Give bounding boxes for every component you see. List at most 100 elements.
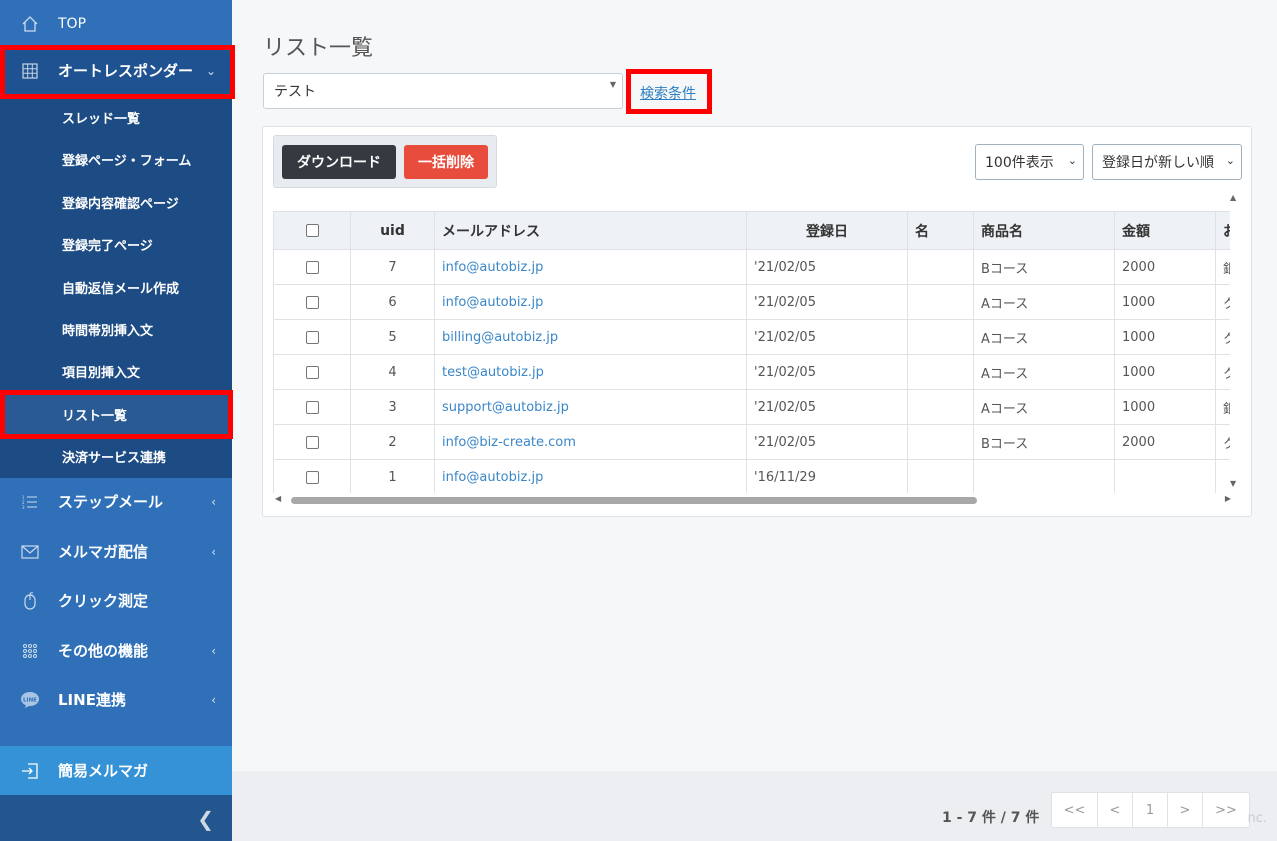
cell-product: Bコース xyxy=(973,424,1115,460)
sub-item-confirm-page[interactable]: 登録内容確認ページ xyxy=(0,181,232,223)
list-panel: ダウンロード 一括削除 100件表示 ⌄ 登録日が新しい順 ⌄ ▲ ▼ uid xyxy=(262,126,1252,517)
page-current-button[interactable]: 1 xyxy=(1133,793,1168,827)
header-extra[interactable]: お xyxy=(1215,211,1230,250)
header-uid[interactable]: uid xyxy=(350,211,435,250)
sub-item-auto-reply[interactable]: 自動返信メール作成 xyxy=(0,266,232,308)
sub-item-threads[interactable]: スレッド一覧 xyxy=(0,96,232,138)
nav-autoresponder-label: オートレスポンダー xyxy=(58,62,194,80)
page-title: リスト一覧 xyxy=(263,36,374,61)
cell-extra: 銀 xyxy=(1215,389,1230,425)
dots-grid-icon xyxy=(20,641,40,661)
filter-select-value: テスト xyxy=(274,84,316,100)
email-link[interactable]: test@autobiz.jp xyxy=(442,365,544,380)
nav-autoresponder[interactable]: オートレスポンダー ⌄ xyxy=(0,47,232,94)
mouse-icon xyxy=(20,591,40,611)
download-button[interactable]: ダウンロード xyxy=(282,145,396,179)
row-select-cell xyxy=(273,459,351,493)
chevron-left-icon: ‹ xyxy=(211,494,216,509)
scroll-left-arrow-icon[interactable]: ◀ xyxy=(275,494,281,503)
nav-mailmag[interactable]: メルマガ配信 ‹ xyxy=(0,528,232,575)
header-product[interactable]: 商品名 xyxy=(973,211,1115,250)
scrollbar-thumb[interactable] xyxy=(291,497,977,504)
header-name[interactable]: 名 xyxy=(907,211,974,250)
page-first-button[interactable]: << xyxy=(1052,793,1098,827)
row-checkbox[interactable] xyxy=(305,330,319,344)
email-link[interactable]: billing@autobiz.jp xyxy=(442,330,558,345)
sub-item-register-form[interactable]: 登録ページ・フォーム xyxy=(0,138,232,180)
sub-item-complete-page[interactable]: 登録完了ページ xyxy=(0,223,232,265)
sort-select[interactable]: 登録日が新しい順 ⌄ xyxy=(1092,144,1242,180)
row-select-cell xyxy=(273,389,351,425)
sidebar-footer: ❮ xyxy=(0,795,232,841)
email-link[interactable]: info@autobiz.jp xyxy=(442,260,543,275)
email-link[interactable]: info@autobiz.jp xyxy=(442,295,543,310)
row-checkbox[interactable] xyxy=(305,260,319,274)
table-row: 1 info@autobiz.jp '16/11/29 xyxy=(273,459,1230,493)
scroll-down-arrow-icon[interactable]: ▼ xyxy=(1230,479,1236,488)
sub-item-payment[interactable]: 決済サービス連携 xyxy=(0,435,232,477)
header-date[interactable]: 登録日 xyxy=(746,211,908,250)
per-page-value: 100件表示 xyxy=(985,155,1054,171)
page-prev-button[interactable]: < xyxy=(1098,793,1133,827)
email-link[interactable]: support@autobiz.jp xyxy=(442,400,569,415)
cell-product xyxy=(973,459,1115,493)
cell-extra: ク xyxy=(1215,424,1230,460)
row-select-cell xyxy=(273,319,351,355)
sub-item-field-insert[interactable]: 項目別挿入文 xyxy=(0,350,232,392)
scroll-up-arrow-icon[interactable]: ▲ xyxy=(1230,193,1236,202)
select-all-checkbox[interactable] xyxy=(305,224,319,237)
row-checkbox[interactable] xyxy=(305,435,319,449)
cell-name xyxy=(907,389,974,425)
svg-text:LINE: LINE xyxy=(23,697,37,703)
nav-top[interactable]: TOP xyxy=(0,0,232,47)
email-link[interactable]: info@biz-create.com xyxy=(442,435,576,450)
row-checkbox[interactable] xyxy=(305,365,319,379)
email-link[interactable]: info@autobiz.jp xyxy=(442,470,543,485)
chevron-left-icon: ‹ xyxy=(211,643,216,658)
row-checkbox[interactable] xyxy=(305,400,319,414)
cell-email: test@autobiz.jp xyxy=(434,354,747,390)
footer-bar: 1 - 7 件 / 7 件 << < 1 > >> nc. xyxy=(232,771,1277,841)
cell-email: support@autobiz.jp xyxy=(434,389,747,425)
collapse-sidebar-icon[interactable]: ❮ xyxy=(197,807,214,831)
line-icon: LINE xyxy=(20,690,40,710)
nav-step-mail[interactable]: 123 ステップメール ‹ xyxy=(0,478,232,525)
nav-line[interactable]: LINE LINE連携 ‹ xyxy=(0,676,232,723)
filter-select[interactable]: テスト ▼ xyxy=(263,73,623,109)
table-row: 7 info@autobiz.jp '21/02/05 Bコース2000銀 xyxy=(273,249,1230,285)
list-table-wrapper[interactable]: uid メールアドレス 登録日 名 商品名 金額 お 7 info@autobiz… xyxy=(273,211,1230,493)
chevron-left-icon: ‹ xyxy=(211,692,216,707)
row-select-cell xyxy=(273,354,351,390)
nav-simple-mailmag[interactable]: 簡易メルマガ xyxy=(0,746,232,795)
cell-email: info@autobiz.jp xyxy=(434,284,747,320)
page-last-button[interactable]: >> xyxy=(1203,793,1249,827)
header-email[interactable]: メールアドレス xyxy=(434,211,747,250)
nav-step-mail-label: ステップメール xyxy=(58,493,164,511)
row-checkbox[interactable] xyxy=(305,295,319,309)
cell-date: '21/02/05 xyxy=(746,389,908,425)
chevron-left-icon: ‹ xyxy=(211,544,216,559)
nav-mailmag-label: メルマガ配信 xyxy=(58,543,149,561)
header-amount[interactable]: 金額 xyxy=(1114,211,1216,250)
scroll-right-arrow-icon[interactable]: ▶ xyxy=(1225,494,1231,503)
cell-extra: ク xyxy=(1215,284,1230,320)
cell-name xyxy=(907,319,974,355)
bulk-delete-button[interactable]: 一括削除 xyxy=(404,145,488,179)
page-next-button[interactable]: > xyxy=(1168,793,1203,827)
cell-product: Aコース xyxy=(973,319,1115,355)
horizontal-scrollbar[interactable]: ◀ ▶ xyxy=(275,494,1231,505)
per-page-select[interactable]: 100件表示 ⌄ xyxy=(975,144,1084,180)
nav-simple-mailmag-label: 簡易メルマガ xyxy=(58,762,149,780)
cell-amount: 1000 xyxy=(1114,389,1216,425)
cell-amount xyxy=(1114,459,1216,493)
result-count: 1 - 7 件 / 7 件 xyxy=(942,810,1040,826)
sub-item-list[interactable]: リスト一覧 xyxy=(0,393,232,435)
cell-amount: 2000 xyxy=(1114,249,1216,285)
cell-amount: 1000 xyxy=(1114,319,1216,355)
cell-email: billing@autobiz.jp xyxy=(434,319,747,355)
search-conditions-link[interactable]: 検索条件 xyxy=(640,83,696,103)
sub-item-time-insert[interactable]: 時間帯別挿入文 xyxy=(0,308,232,350)
nav-click[interactable]: クリック測定 xyxy=(0,577,232,624)
row-checkbox[interactable] xyxy=(305,470,319,484)
nav-other[interactable]: その他の機能 ‹ xyxy=(0,627,232,674)
